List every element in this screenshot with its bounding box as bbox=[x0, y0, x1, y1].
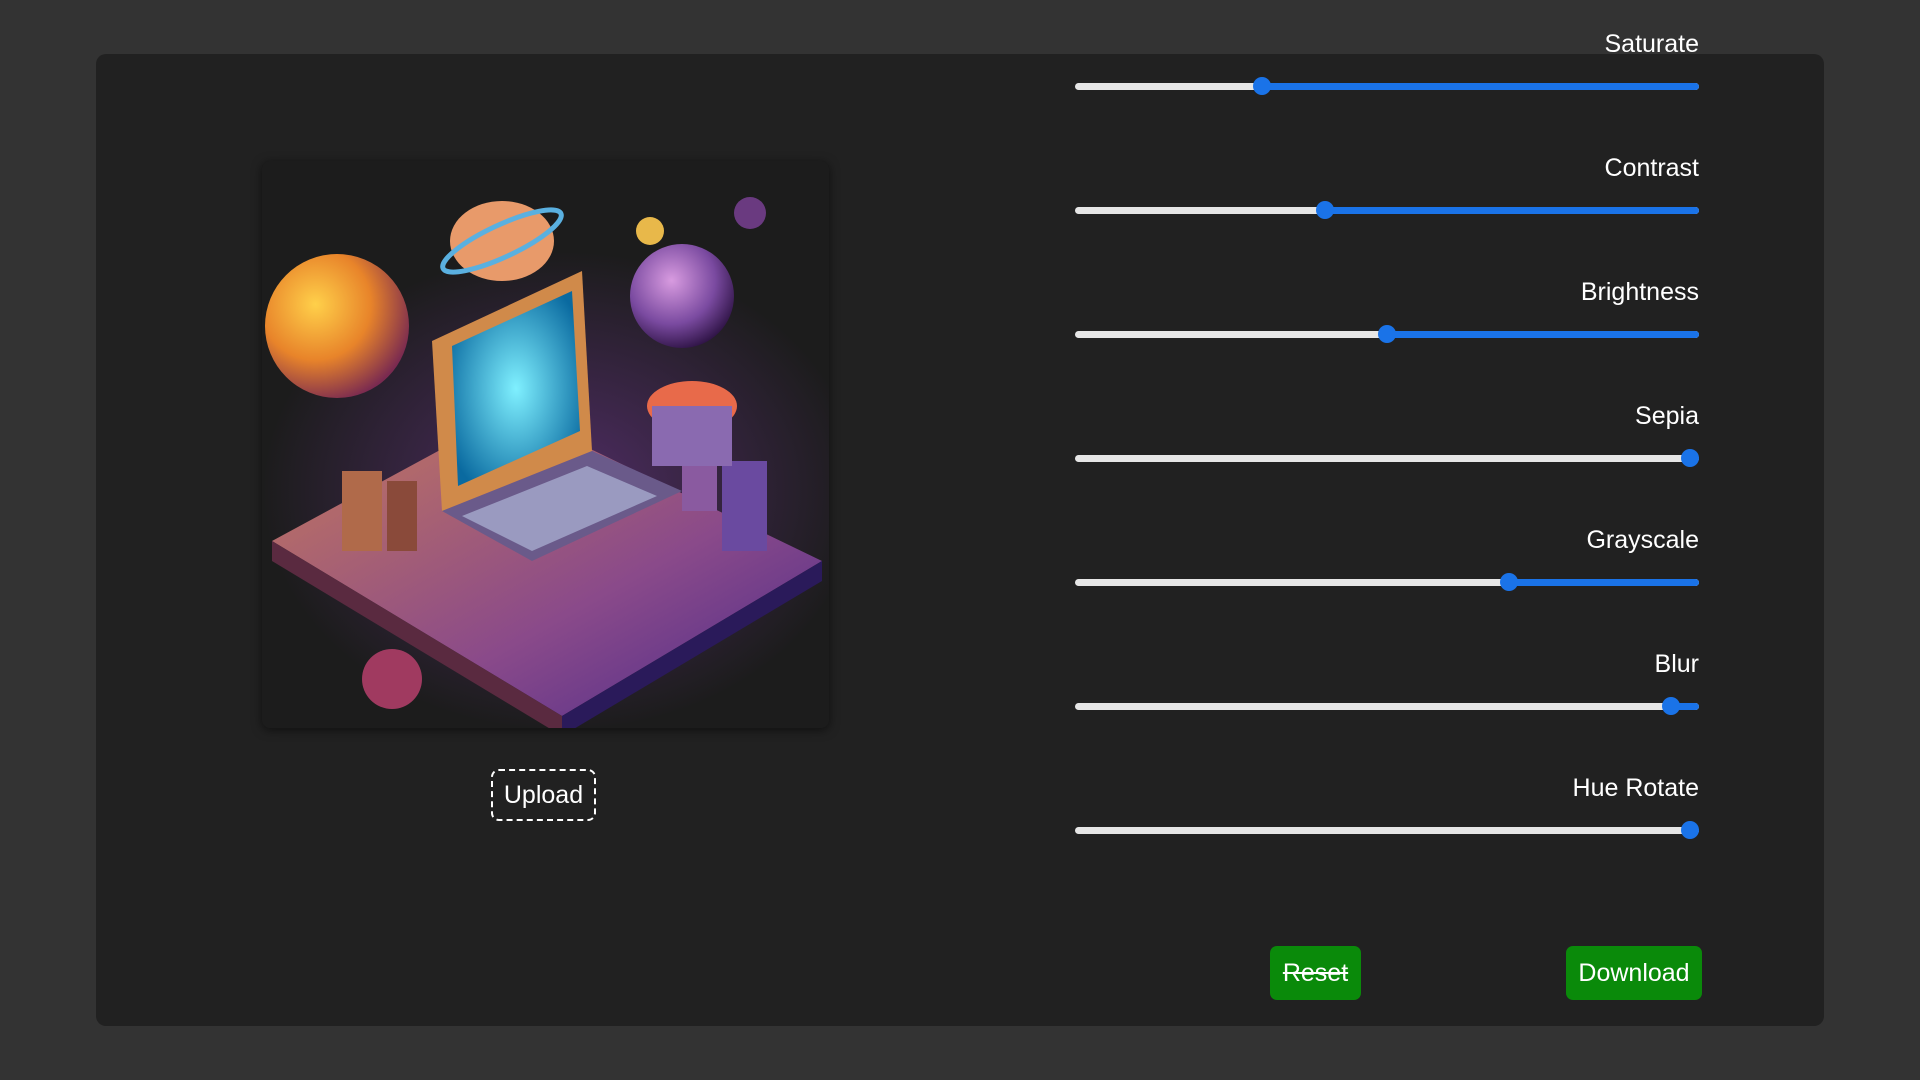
image-preview bbox=[262, 161, 829, 728]
download-button[interactable]: Download bbox=[1566, 946, 1702, 1000]
upload-button[interactable]: Upload bbox=[491, 769, 596, 821]
filter-label-contrast: Contrast bbox=[1604, 154, 1699, 182]
slider-track bbox=[1075, 703, 1699, 710]
slider-thumb[interactable] bbox=[1253, 77, 1272, 95]
slider-thumb[interactable] bbox=[1661, 697, 1680, 715]
filter-slider-blur[interactable] bbox=[1075, 695, 1699, 717]
filter-label-blur: Blur bbox=[1654, 650, 1699, 678]
filter-slider-sepia[interactable] bbox=[1075, 447, 1699, 469]
filter-slider-contrast[interactable] bbox=[1075, 199, 1699, 221]
filter-label-sepia: Sepia bbox=[1635, 402, 1699, 430]
slider-thumb[interactable] bbox=[1680, 821, 1699, 839]
filter-control-contrast: Contrast bbox=[1075, 144, 1699, 268]
filter-slider-grayscale[interactable] bbox=[1075, 571, 1699, 593]
filter-control-brightness: Brightness bbox=[1075, 268, 1699, 392]
slider-fill bbox=[1508, 579, 1699, 586]
filter-label-hue-rotate: Hue Rotate bbox=[1572, 774, 1699, 802]
slider-thumb[interactable] bbox=[1378, 325, 1396, 343]
slider-fill bbox=[1262, 83, 1699, 90]
slider-track bbox=[1075, 455, 1699, 462]
slider-fill bbox=[1387, 331, 1699, 338]
slider-thumb[interactable] bbox=[1499, 573, 1518, 591]
preview-image bbox=[262, 161, 829, 728]
slider-track bbox=[1075, 827, 1699, 834]
filter-label-saturate: Saturate bbox=[1604, 30, 1699, 58]
filter-slider-saturate[interactable] bbox=[1075, 75, 1699, 97]
reset-button[interactable]: Reset bbox=[1270, 946, 1361, 1000]
filter-control-saturate: Saturate bbox=[1075, 20, 1699, 144]
slider-thumb[interactable] bbox=[1680, 449, 1699, 467]
filter-label-brightness: Brightness bbox=[1580, 278, 1699, 306]
filter-slider-brightness[interactable] bbox=[1075, 323, 1699, 345]
filter-control-sepia: Sepia bbox=[1075, 392, 1699, 516]
filter-controls: Saturate Contrast Brightness Sepia Grayscale… bbox=[1075, 20, 1699, 888]
slider-thumb[interactable] bbox=[1315, 201, 1334, 219]
filter-control-grayscale: Grayscale bbox=[1075, 516, 1699, 640]
filter-label-grayscale: Grayscale bbox=[1586, 526, 1699, 554]
slider-fill bbox=[1324, 207, 1699, 214]
filter-control-hue-rotate: Hue Rotate bbox=[1075, 764, 1699, 888]
filter-control-blur: Blur bbox=[1075, 640, 1699, 764]
filter-slider-hue-rotate[interactable] bbox=[1075, 819, 1699, 841]
